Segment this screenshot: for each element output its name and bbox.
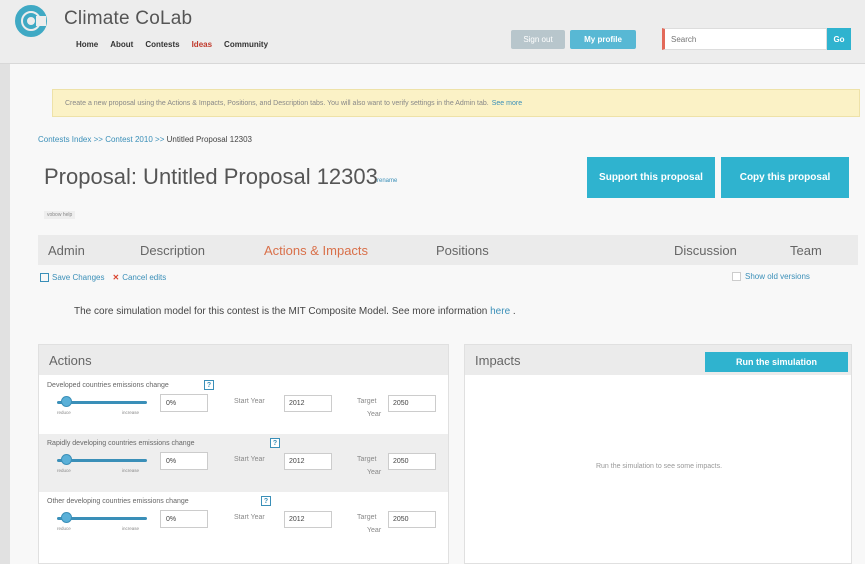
nav-community[interactable]: Community [224,40,268,49]
top-header: Climate CoLab Home About Contests Ideas … [0,0,865,64]
actions-heading: Actions [39,345,448,375]
my-profile-button[interactable]: My profile [570,30,636,49]
action-label: Other developing countries emissions cha… [47,498,189,505]
save-icon [40,273,49,283]
search-go-button[interactable]: Go [827,28,851,50]
target-label: Target [357,514,377,521]
tab-discussion[interactable]: Discussion [674,243,737,258]
cancel-edits-button[interactable]: ✕ Cancel edits [112,273,166,282]
action-control: Rapidly developing countries emissions c… [39,434,448,492]
year-label: Year [367,411,382,418]
actions-panel: Actions Developed countries emissions ch… [38,344,449,564]
nav-home[interactable]: Home [76,40,98,49]
breadcrumb-current: Untitled Proposal 12303 [166,135,252,144]
main-nav: Home About Contests Ideas Community [76,40,268,49]
save-changes-button[interactable]: Save Changes [40,273,105,283]
slider-max-label: increase [122,468,140,473]
proposal-tabs: Admin Description Actions & Impacts Posi… [38,235,858,265]
slider-max-label: increase [122,526,140,531]
target-label: Target [357,398,377,405]
notice-see-more-link[interactable]: See more [492,100,522,107]
old-versions-label: Show old versions [745,272,810,281]
edit-bar: Save Changes ✕ Cancel edits [40,273,166,283]
impacts-panel: Impacts Run the simulation Run the simul… [464,344,852,564]
impacts-empty-message: Run the simulation to see some impacts. [595,463,723,470]
slider-handle[interactable] [61,396,72,407]
nav-contests[interactable]: Contests [145,40,179,49]
percent-input[interactable] [160,452,208,470]
tab-team[interactable]: Team [790,243,822,258]
breadcrumb: Contests Index >> Contest 2010 >> Untitl… [38,135,252,144]
help-tag[interactable]: vobow help [44,211,76,219]
year-label: Year [367,469,382,476]
slider-handle[interactable] [61,512,72,523]
slider-min-label: reduce [57,468,71,473]
tab-positions[interactable]: Positions [436,243,489,258]
breadcrumb-contest-2010[interactable]: Contest 2010 [105,135,153,144]
target-year-input[interactable] [388,395,436,412]
brand-name[interactable]: Climate CoLab [64,8,192,30]
support-proposal-button[interactable]: Support this proposal [587,157,715,198]
climate-colab-logo-icon[interactable] [14,4,48,38]
help-icon[interactable]: ? [204,380,214,390]
notice-text: Create a new proposal using the Actions … [65,99,489,107]
help-icon[interactable]: ? [261,496,271,506]
model-info-here-link[interactable]: here [490,306,510,317]
slider-max-label: increase [122,410,140,415]
breadcrumb-separator: >> [155,135,165,144]
cancel-edits-label: Cancel edits [122,273,167,283]
impacts-heading: Impacts [475,353,521,368]
start-year-label: Start Year [234,514,265,521]
left-gutter [0,64,10,564]
action-control: Developed countries emissions change ? r… [39,376,448,434]
year-label: Year [367,527,382,534]
action-control: Other developing countries emissions cha… [39,492,448,550]
target-year-input[interactable] [388,511,436,528]
model-info-end: . [512,306,516,317]
help-icon[interactable]: ? [270,438,280,448]
action-label: Developed countries emissions change [47,382,169,389]
copy-proposal-button[interactable]: Copy this proposal [721,157,849,198]
start-year-label: Start Year [234,398,265,405]
show-old-versions-toggle[interactable]: Show old versions [732,272,810,281]
tab-admin[interactable]: Admin [48,243,85,258]
start-year-input[interactable] [284,395,332,412]
impacts-header: Impacts Run the simulation [465,345,851,375]
start-year-input[interactable] [284,453,332,470]
action-label: Rapidly developing countries emissions c… [47,440,195,447]
start-year-label: Start Year [234,456,265,463]
target-label: Target [357,456,377,463]
info-notice: Create a new proposal using the Actions … [52,89,860,117]
search-input[interactable] [662,28,827,50]
slider-min-label: reduce [57,410,71,415]
run-simulation-button[interactable]: Run the simulation [705,352,848,372]
page-title: Proposal: Untitled Proposal 12303 [44,164,378,189]
model-info-text: The core simulation model for this conte… [74,306,488,317]
slider-min-label: reduce [57,526,71,531]
tab-actions-impacts[interactable]: Actions & Impacts [264,243,368,258]
tab-description[interactable]: Description [140,243,205,258]
breadcrumb-contests-index[interactable]: Contests Index [38,135,91,144]
start-year-input[interactable] [284,511,332,528]
percent-input[interactable] [160,510,208,528]
breadcrumb-separator: >> [93,135,103,144]
sign-out-button[interactable]: Sign out [511,30,565,49]
nav-ideas[interactable]: Ideas [192,40,212,49]
save-changes-label: Save Changes [52,273,105,282]
slider-handle[interactable] [61,454,72,465]
close-icon: ✕ [112,273,120,283]
percent-input[interactable] [160,394,208,412]
old-versions-checkbox[interactable] [732,272,741,281]
nav-about[interactable]: About [110,40,133,49]
target-year-input[interactable] [388,453,436,470]
rename-link[interactable]: rename [377,178,397,184]
model-info: The core simulation model for this conte… [74,306,516,317]
